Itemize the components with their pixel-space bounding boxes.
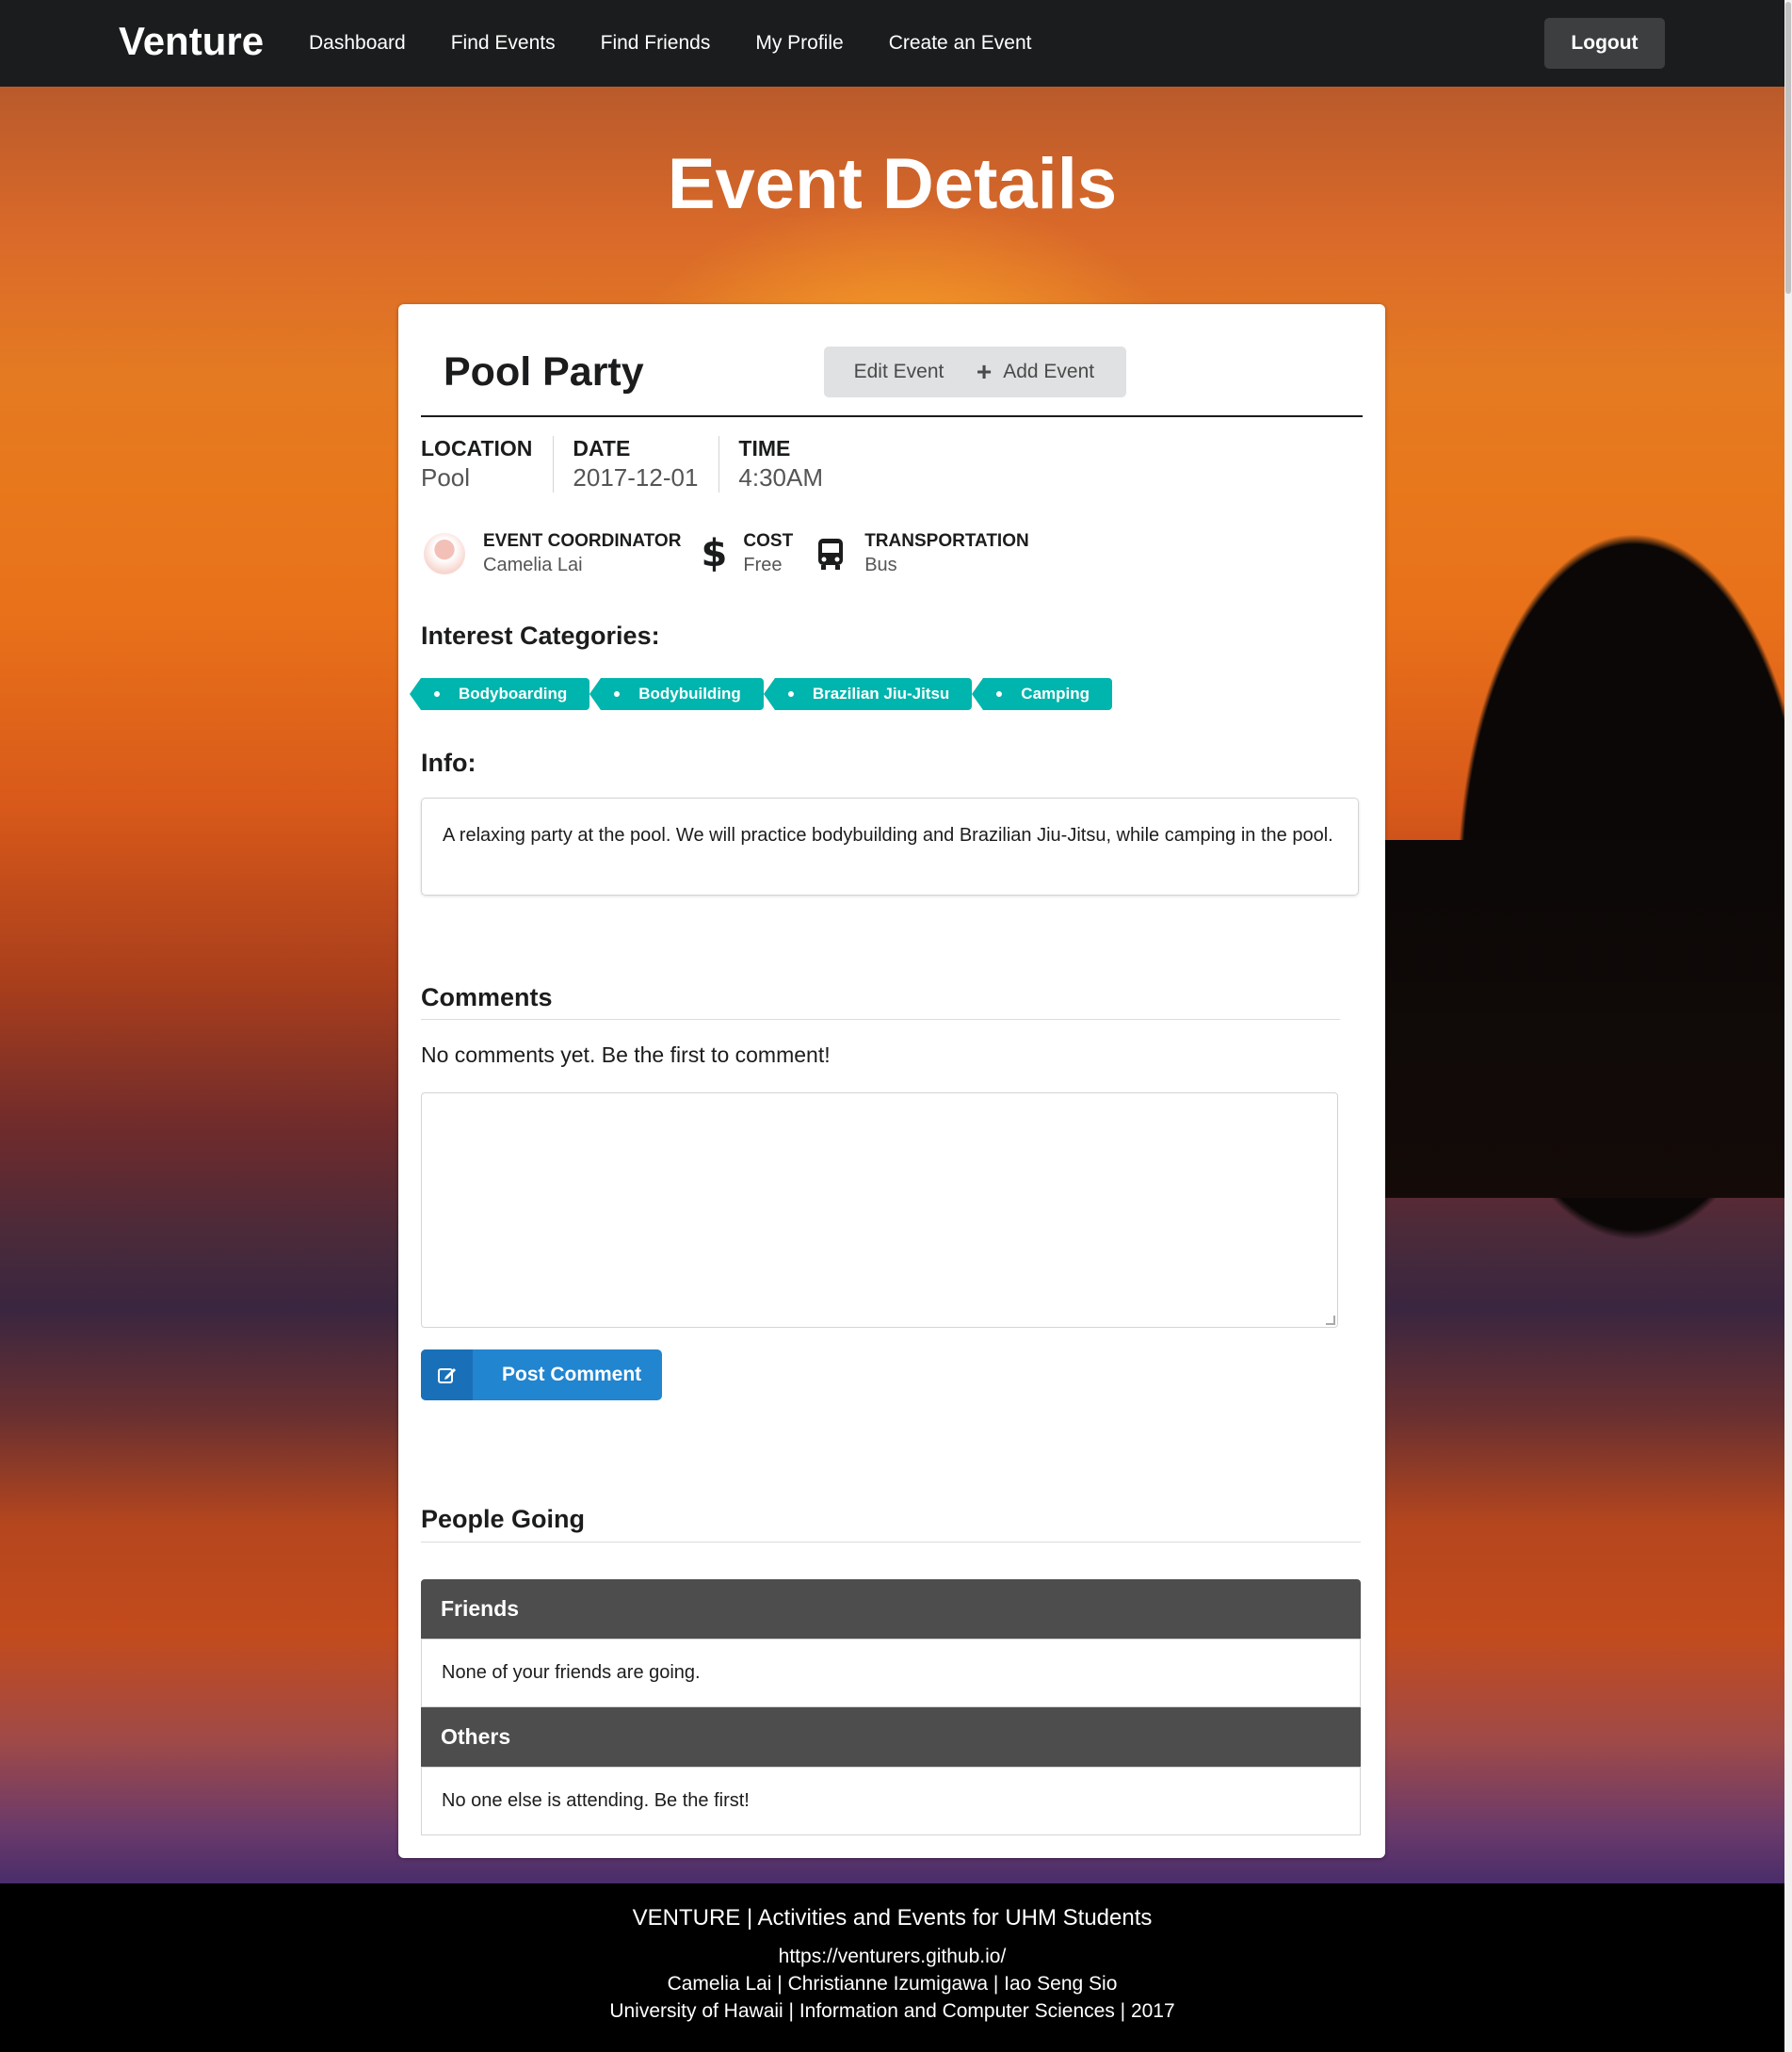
no-comments-text: No comments yet. Be the first to comment… [421,1042,831,1067]
people-going-heading: People Going [421,1505,586,1533]
event-name: Pool Party [444,349,644,395]
people-divider [421,1542,1361,1543]
coordinator-avatar [421,530,468,577]
footer-affiliation: University of Hawaii | Information and C… [609,2000,1175,2022]
footer-title: VENTURE | Activities and Events for UHM … [632,1905,1153,1931]
date-stat: DATE 2017-12-01 [573,436,720,493]
add-event-label: Add Event [1003,361,1095,382]
event-meta: EVENT COORDINATOR Camelia Lai $ COST Fre… [421,530,1048,577]
date-label: DATE [573,436,631,460]
friends-going-text: None of your friends are going. [421,1639,1361,1707]
top-navbar: Venture Dashboard Find Events Find Frien… [0,0,1784,87]
location-stat: LOCATION Pool [421,436,555,493]
comments-heading: Comments [421,983,553,1011]
time-stat: TIME 4:30AM [738,436,844,493]
info-heading: Info: [421,749,476,777]
info-box: A relaxing party at the pool. We will pr… [421,798,1359,896]
time-value: 4:30AM [738,463,824,492]
nav-create-event[interactable]: Create an Event [889,32,1032,55]
transport-item: TRANSPORTATION Bus [812,530,1029,577]
coordinator-value: Camelia Lai [483,555,583,575]
coordinator-item: EVENT COORDINATOR Camelia Lai [421,530,681,577]
scrollbar-thumb[interactable] [1785,2,1791,294]
category-tag[interactable]: Brazilian Jiu-Jitsu [763,678,973,710]
plus-icon: + [976,357,993,386]
post-comment-label: Post Comment [502,1364,642,1385]
friends-header: Friends [421,1579,1361,1639]
footer: VENTURE | Activities and Events for UHM … [0,1883,1784,2052]
transport-label: TRANSPORTATION [864,531,1029,551]
location-label: LOCATION [421,436,533,460]
cliff-silhouette [1332,840,1784,1198]
others-header: Others [421,1707,1361,1767]
nav-dashboard[interactable]: Dashboard [309,32,406,55]
brand-logo[interactable]: Venture [119,19,264,64]
coordinator-label: EVENT COORDINATOR [483,531,682,551]
cost-value: Free [743,555,783,575]
footer-authors: Camelia Lai | Christianne Izumigawa | Ia… [667,1973,1118,1995]
event-stats: LOCATION Pool DATE 2017-12-01 TIME 4:30A… [421,436,863,493]
transport-value: Bus [864,555,897,575]
comments-divider [421,1019,1340,1020]
post-comment-button[interactable]: Post Comment [421,1349,662,1400]
category-tag[interactable]: Camping [972,678,1113,710]
category-tag[interactable]: Bodyboarding [409,678,590,710]
nav-my-profile[interactable]: My Profile [755,32,843,55]
comment-textarea[interactable] [421,1092,1338,1328]
bus-icon [812,530,849,577]
others-going-text: No one else is attending. Be the first! [421,1767,1361,1835]
page-title: Event Details [667,144,1118,224]
footer-link[interactable]: https://venturers.github.io/ [0,1946,1784,1968]
page-scrollbar[interactable] [1784,0,1792,2052]
time-label: TIME [738,436,791,460]
cost-item: $ COST Free [700,530,794,577]
edit-icon [421,1349,473,1400]
add-event-button[interactable]: + Add Event [944,347,1126,397]
cost-label: COST [743,531,794,551]
categories-heading: Interest Categories: [421,622,660,650]
event-card: Pool Party Edit Event + Add Event LOCATI… [398,304,1385,1858]
nav-find-friends[interactable]: Find Friends [601,32,711,55]
dollar-icon: $ [701,532,728,575]
category-tag[interactable]: Bodybuilding [589,678,764,710]
nav-find-events[interactable]: Find Events [451,32,556,55]
category-tags: Bodyboarding Bodybuilding Brazilian Jiu-… [409,678,1123,710]
nav-menu: Dashboard Find Events Find Friends My Pr… [309,0,1076,87]
logout-button[interactable]: Logout [1544,18,1665,69]
location-value: Pool [421,463,471,492]
avatar [424,533,465,574]
date-value: 2017-12-01 [573,463,699,492]
